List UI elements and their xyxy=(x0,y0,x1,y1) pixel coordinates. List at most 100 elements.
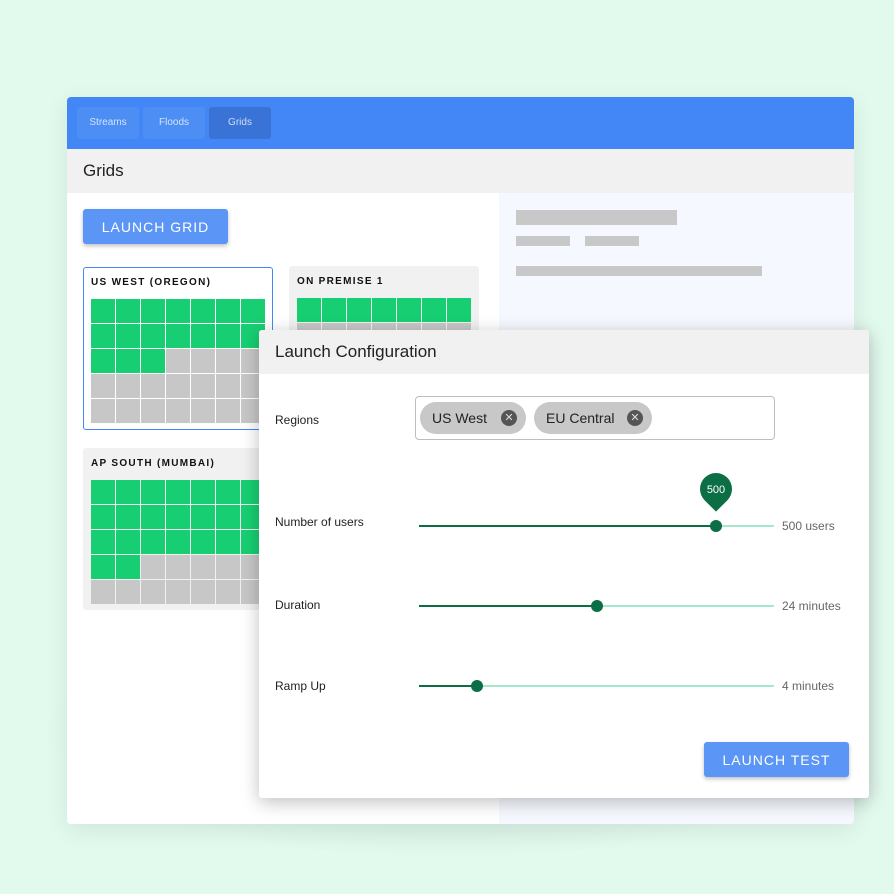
close-circle-icon[interactable]: ✕ xyxy=(627,410,643,426)
grid-cell-inactive xyxy=(116,374,140,398)
grid-cell-active xyxy=(91,349,115,373)
close-circle-icon[interactable]: ✕ xyxy=(501,410,517,426)
launch-test-button[interactable]: LAUNCH TEST xyxy=(704,742,849,777)
grid-cell-active xyxy=(91,530,115,554)
grid-cell-inactive xyxy=(166,580,190,604)
grid-cell-inactive xyxy=(216,399,240,423)
placeholder-bar xyxy=(585,236,639,246)
grid-card-title: US WEST (OREGON) xyxy=(91,277,212,288)
grid-cell-inactive xyxy=(216,555,240,579)
tab-floods[interactable]: Floods xyxy=(143,107,205,139)
grid-cell-active xyxy=(116,505,140,529)
chip-label: EU Central xyxy=(546,410,615,426)
ramp-up-value: 4 minutes xyxy=(782,679,835,693)
users-label: Number of users xyxy=(275,515,364,529)
region-chip-eu-central[interactable]: EU Central ✕ xyxy=(534,402,652,434)
grid-cell-inactive xyxy=(141,399,165,423)
grid-cell-active xyxy=(166,480,190,504)
tab-streams[interactable]: Streams xyxy=(77,107,139,139)
grid-cell-active xyxy=(116,480,140,504)
grid-cell-inactive xyxy=(191,349,215,373)
grid-cell-active xyxy=(322,298,346,322)
grid-cell-active xyxy=(141,505,165,529)
grid-cell-active xyxy=(216,505,240,529)
grid-card-us-west[interactable]: US WEST (OREGON) xyxy=(83,267,273,430)
grid-cell-active xyxy=(191,324,215,348)
slider-thumb[interactable] xyxy=(471,680,483,692)
grid-cell-active xyxy=(141,480,165,504)
grid-cell-inactive xyxy=(216,349,240,373)
grid-cell-active xyxy=(166,530,190,554)
grid-card-title: AP SOUTH (MUMBAI) xyxy=(91,458,216,469)
grid-cell-inactive xyxy=(191,555,215,579)
slider-track-fill xyxy=(419,605,597,607)
grid-cell-active xyxy=(116,555,140,579)
grid-cell-inactive xyxy=(191,580,215,604)
grid-cell-inactive xyxy=(166,374,190,398)
grid-cell-active xyxy=(116,530,140,554)
grid-cell-inactive xyxy=(116,399,140,423)
grid-cell-active xyxy=(297,298,321,322)
slider-track-fill xyxy=(419,685,477,687)
grid-cell-active xyxy=(191,299,215,323)
grid-cell-inactive xyxy=(116,580,140,604)
region-chip-us-west[interactable]: US West ✕ xyxy=(420,402,526,434)
dialog-title: Launch Configuration xyxy=(259,330,869,374)
grid-cell-active xyxy=(216,299,240,323)
grid-cell-inactive xyxy=(141,374,165,398)
grid-cell-active xyxy=(191,530,215,554)
placeholder-bar xyxy=(516,210,677,225)
regions-input[interactable]: US West ✕ EU Central ✕ xyxy=(415,396,775,440)
grid-cell-active xyxy=(91,299,115,323)
grid-cell-inactive xyxy=(166,555,190,579)
grid-cell-active xyxy=(91,324,115,348)
launch-configuration-dialog: Launch Configuration Regions US West ✕ E… xyxy=(259,330,869,798)
grid-cell-active xyxy=(191,480,215,504)
slider-thumb[interactable] xyxy=(591,600,603,612)
grid-cell-active xyxy=(141,299,165,323)
grid-cell-active xyxy=(116,349,140,373)
top-nav-bar: Streams Floods Grids xyxy=(67,97,854,149)
tab-grids[interactable]: Grids xyxy=(209,107,271,139)
grid-cell-active xyxy=(91,555,115,579)
grid-cell-inactive xyxy=(141,580,165,604)
grid-cell-active xyxy=(241,299,265,323)
grid-cell-active xyxy=(422,298,446,322)
grid-cell-inactive xyxy=(166,349,190,373)
grid-cell-inactive xyxy=(91,399,115,423)
grid-cell-inactive xyxy=(191,399,215,423)
slider-track-fill xyxy=(419,525,716,527)
grid-card-title: ON PREMISE 1 xyxy=(297,276,384,287)
grid-cell-active xyxy=(141,530,165,554)
slider-thumb[interactable] xyxy=(710,520,722,532)
users-value: 500 users xyxy=(782,519,835,533)
grid-cells xyxy=(91,299,265,423)
grid-cell-active xyxy=(116,299,140,323)
grid-cell-active xyxy=(166,324,190,348)
grid-cell-active xyxy=(91,505,115,529)
grid-cell-active xyxy=(397,298,421,322)
grid-cell-inactive xyxy=(216,374,240,398)
grid-cell-active xyxy=(141,324,165,348)
grid-cell-active xyxy=(166,299,190,323)
placeholder-bar xyxy=(516,266,762,276)
grid-cell-inactive xyxy=(166,399,190,423)
grid-cell-active xyxy=(116,324,140,348)
grid-cell-active xyxy=(216,530,240,554)
grid-card-ap-south[interactable]: AP SOUTH (MUMBAI) xyxy=(83,448,273,610)
grid-cell-inactive xyxy=(141,555,165,579)
grid-cell-inactive xyxy=(91,374,115,398)
ramp-up-label: Ramp Up xyxy=(275,679,326,693)
regions-label: Regions xyxy=(275,413,320,427)
grid-cell-active xyxy=(91,480,115,504)
grid-cell-active xyxy=(166,505,190,529)
grid-cell-active xyxy=(447,298,471,322)
pin-value: 500 xyxy=(706,484,726,496)
launch-grid-button[interactable]: LAUNCH GRID xyxy=(83,209,228,244)
grid-cell-active xyxy=(216,480,240,504)
grid-cell-inactive xyxy=(91,580,115,604)
grid-cell-active xyxy=(347,298,371,322)
chip-label: US West xyxy=(432,410,487,426)
placeholder-bar xyxy=(516,236,570,246)
grid-cell-active xyxy=(216,324,240,348)
